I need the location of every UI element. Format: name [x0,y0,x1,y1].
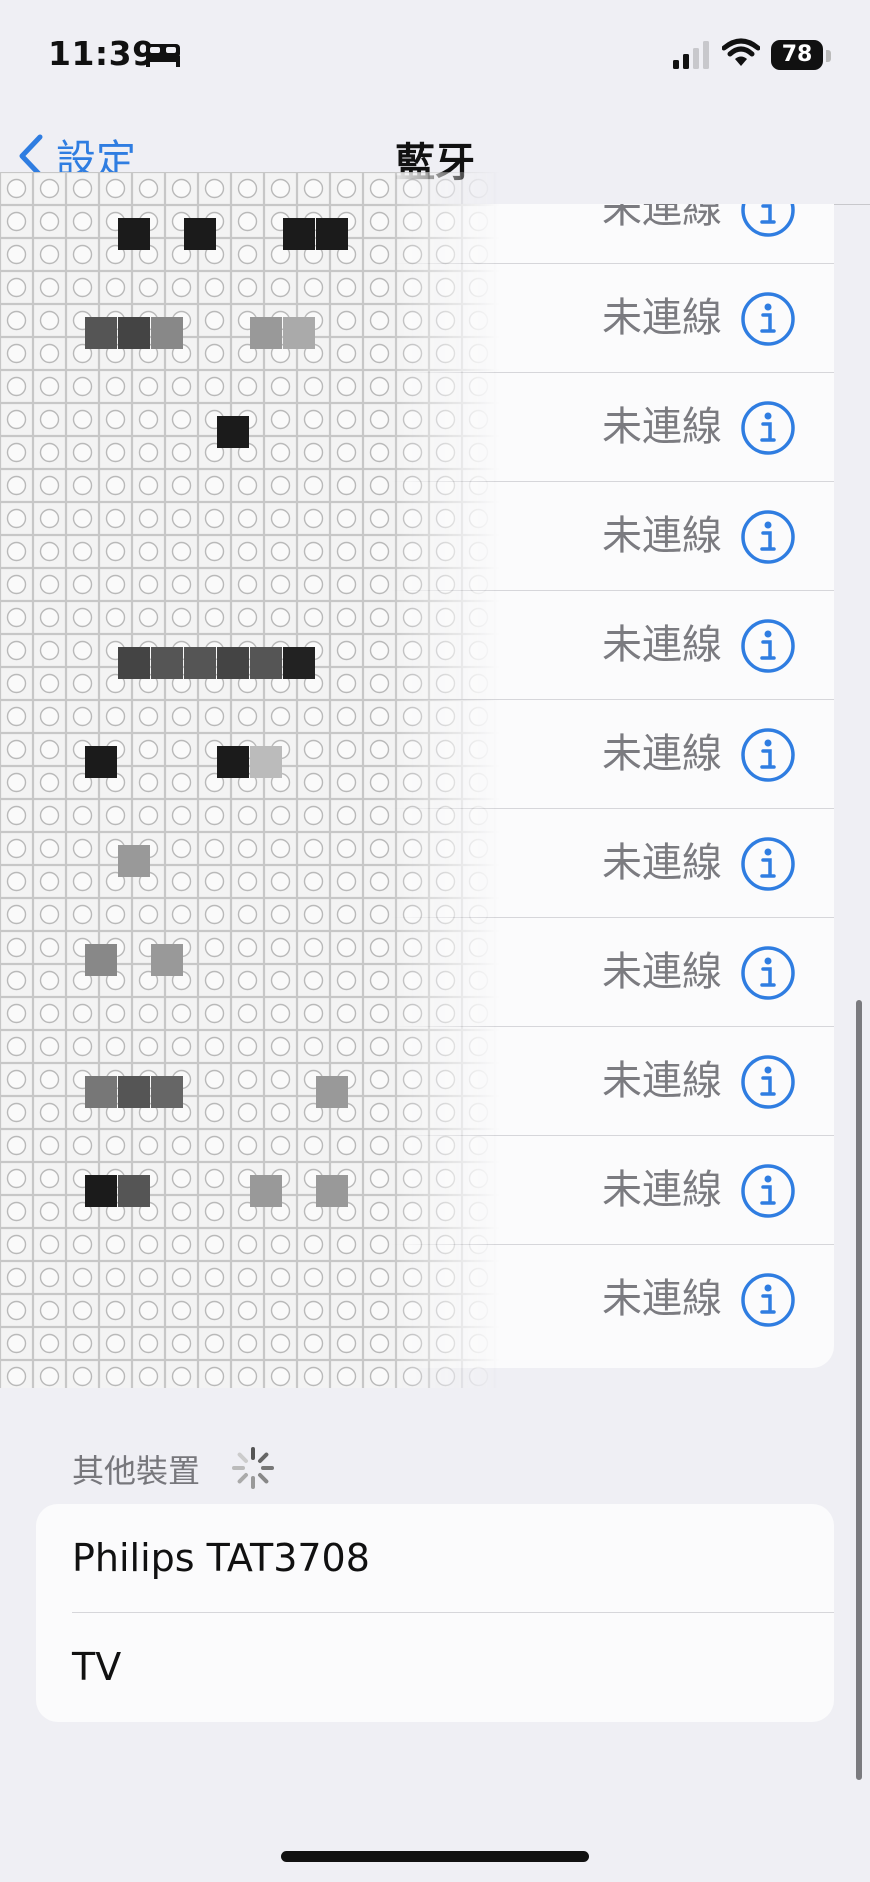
info-icon[interactable] [740,945,796,1001]
device-status: 未連線 [602,840,722,886]
info-icon[interactable] [740,291,796,347]
device-status: 未連線 [602,622,722,668]
info-icon[interactable] [740,509,796,565]
signal-icon [673,41,709,69]
device-status: 未連線 [602,204,722,232]
status-bar: 11:39 78 [0,0,870,110]
info-icon[interactable] [740,1272,796,1328]
bed-icon [146,44,180,67]
device-status: 未連線 [602,513,722,559]
other-device-row[interactable]: Philips TAT3708 [36,1504,834,1613]
info-icon[interactable] [740,836,796,892]
device-status: 未連線 [602,1167,722,1213]
info-icon[interactable] [740,400,796,456]
battery-tip [826,50,831,62]
device-status: 未連線 [602,949,722,995]
info-icon[interactable] [740,204,796,238]
device-status: 未連線 [602,404,722,450]
loading-spinner-icon [232,1447,274,1489]
battery-icon: 78 [771,40,823,70]
home-indicator[interactable] [281,1851,589,1862]
device-name: TV [72,1645,122,1689]
other-device-row[interactable]: TV [36,1613,834,1722]
other-devices-list: Philips TAT3708 TV [36,1504,834,1722]
wifi-icon [722,38,760,66]
device-name: Philips TAT3708 [72,1536,370,1580]
device-status: 未連線 [602,1058,722,1104]
info-icon[interactable] [740,618,796,674]
status-time: 11:39 [48,34,156,73]
device-status: 未連線 [602,1276,722,1322]
device-status: 未連線 [602,731,722,777]
info-icon[interactable] [740,1163,796,1219]
info-icon[interactable] [740,727,796,783]
device-status: 未連線 [602,295,722,341]
pixel-mosaic-mask [0,172,500,1388]
section-header-other-devices: 其他裝置 [72,1452,201,1490]
scroll-indicator[interactable] [856,1000,862,1780]
battery-level: 78 [781,42,813,67]
info-icon[interactable] [740,1054,796,1110]
